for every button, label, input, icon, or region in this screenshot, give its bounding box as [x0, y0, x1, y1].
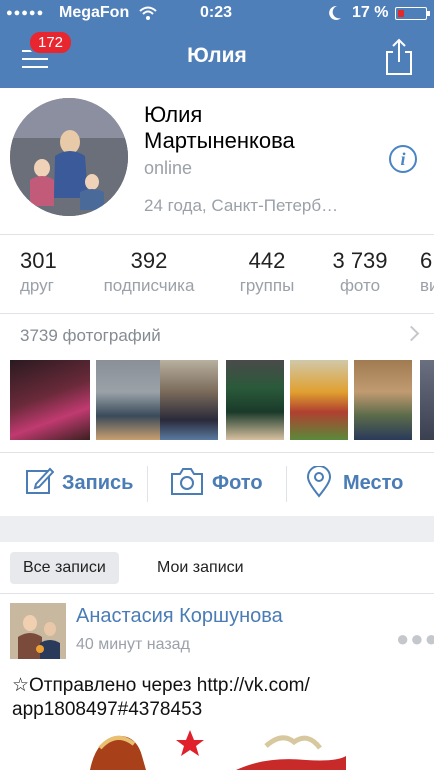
post-author-name[interactable]: Анастасия Коршунова [76, 605, 283, 628]
battery-icon [395, 7, 430, 20]
counter-groups[interactable]: 442 группы [230, 248, 304, 296]
photo-thumbnail[interactable] [290, 360, 348, 440]
photo-button[interactable]: Фото [168, 458, 278, 510]
share-button[interactable] [384, 38, 414, 76]
counter-label: подписчика [103, 276, 195, 295]
photo-thumbnail[interactable] [160, 360, 218, 440]
counter-number: 392 [130, 248, 168, 273]
counter-label: ви [420, 276, 434, 295]
share-icon [386, 38, 412, 75]
actions-row: Запись Фото Место [0, 458, 434, 510]
counter-number: 301 [20, 248, 57, 273]
post-author-avatar[interactable] [10, 603, 66, 659]
counter-label: фото [339, 276, 381, 295]
post-timestamp: 40 минут назад [76, 636, 190, 653]
counter-number: 3 739 [332, 248, 388, 273]
location-pin-icon [306, 465, 332, 504]
info-button[interactable]: i [389, 145, 417, 173]
counter-label: группы [239, 276, 295, 295]
post-image[interactable] [86, 726, 346, 770]
wifi-icon [138, 5, 158, 26]
tab-my-posts[interactable]: Мои записи [157, 552, 244, 584]
status-bar: ●●●●● MegaFon 0:23 17 % [0, 0, 434, 28]
post-text-line: ☆Отправлено через http://vk.com/ [12, 675, 310, 696]
pencil-icon [26, 466, 55, 502]
divider [286, 466, 287, 502]
new-post-label: Запись [62, 472, 134, 494]
counter-followers[interactable]: 392 подписчика [90, 248, 208, 296]
post-text: ☆Отправлено через http://vk.com/ app1808… [12, 674, 412, 722]
counter-label: друг [20, 276, 54, 295]
section-separator [0, 516, 434, 542]
photos-header[interactable]: 3739 фотографий [20, 326, 161, 346]
divider [147, 466, 148, 502]
place-label: Место [343, 472, 404, 494]
profile-avatar[interactable] [10, 98, 128, 216]
profile-first-name: Юлия [144, 102, 203, 127]
profile-name: Юлия Мартыненкова [144, 102, 364, 154]
carrier-name: MegaFon [59, 4, 130, 21]
more-options-icon[interactable]: ●●● [396, 626, 434, 652]
online-status: online [144, 158, 193, 178]
page-title: Юлия [187, 44, 247, 67]
tab-all-posts[interactable]: Все записи [10, 552, 119, 584]
place-button[interactable]: Место [306, 458, 426, 510]
chevron-right-icon [403, 325, 420, 342]
divider [0, 313, 434, 314]
profile-last-name: Мартыненкова [144, 128, 295, 153]
counter-number: 6 [420, 248, 433, 273]
new-post-button[interactable]: Запись [24, 458, 144, 510]
divider [0, 593, 434, 594]
divider [0, 452, 434, 453]
divider [0, 234, 434, 235]
photo-thumbnail[interactable] [354, 360, 412, 440]
top-bar: ●●●●● MegaFon 0:23 17 % 172 Юлия [0, 0, 434, 88]
signal-strength: ●●●●● [6, 7, 45, 19]
battery-percent: 17 % [352, 4, 389, 21]
profile-info: 24 года, Санкт-Петерб… [144, 196, 339, 215]
moon-icon [328, 5, 342, 26]
photo-thumbnail[interactable] [10, 360, 90, 440]
counter-friends[interactable]: 301 друг [20, 248, 57, 296]
counter-videos[interactable]: 6 ви [420, 248, 434, 296]
photo-thumbnail[interactable] [226, 360, 284, 440]
camera-icon [170, 466, 204, 502]
photo-thumbnail[interactable] [420, 360, 434, 440]
clock: 0:23 [200, 4, 233, 21]
counter-number: 442 [248, 248, 286, 273]
counters-row: 301 друг 392 подписчика 442 группы 3 739… [0, 248, 434, 308]
photo-label: Фото [212, 472, 263, 494]
post-text-line: app1808497#4378453 [12, 699, 203, 720]
counter-photos[interactable]: 3 739 фото [326, 248, 394, 296]
